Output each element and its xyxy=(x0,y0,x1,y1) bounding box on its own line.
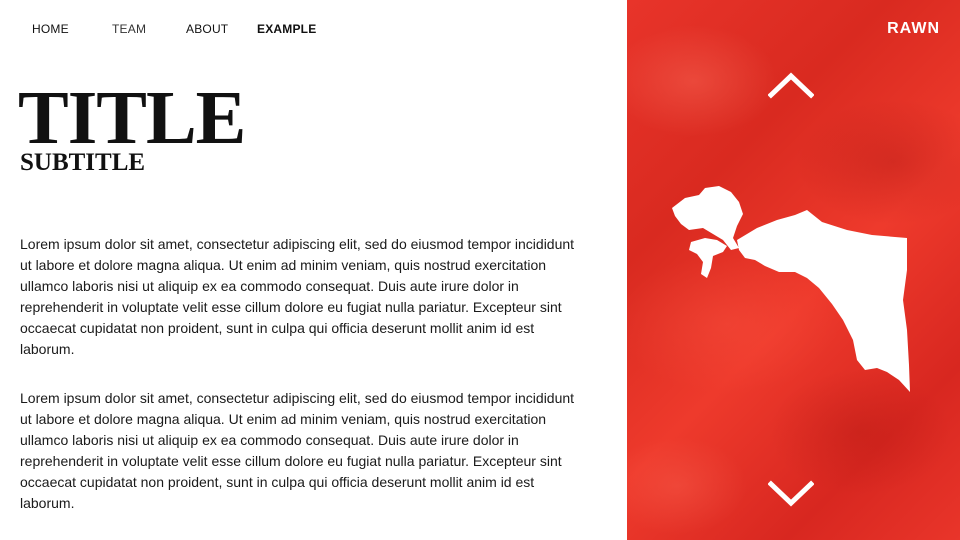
chevron-up-icon[interactable] xyxy=(767,70,815,100)
brand-logo[interactable]: RAWN xyxy=(887,20,940,38)
chevron-down-icon[interactable] xyxy=(767,478,815,508)
body-paragraph: Lorem ipsum dolor sit amet, consectetur … xyxy=(20,390,575,511)
side-image-panel: RAWN xyxy=(627,0,960,540)
top-nav: HOME TEAM ABOUT EXAMPLE xyxy=(0,22,627,38)
nav-item-home[interactable]: HOME xyxy=(32,22,69,36)
content-panel: HOME TEAM ABOUT EXAMPLE TITLE SUBTITLE L… xyxy=(0,0,627,540)
region-map-icon xyxy=(667,180,917,400)
page-subtitle: SUBTITLE xyxy=(20,149,146,176)
nav-item-about[interactable]: ABOUT xyxy=(186,22,228,36)
nav-item-example[interactable]: EXAMPLE xyxy=(257,22,316,36)
page-title: TITLE xyxy=(18,76,246,160)
nav-item-team[interactable]: TEAM xyxy=(112,22,146,36)
body-paragraph: Lorem ipsum dolor sit amet, consectetur … xyxy=(20,236,575,357)
